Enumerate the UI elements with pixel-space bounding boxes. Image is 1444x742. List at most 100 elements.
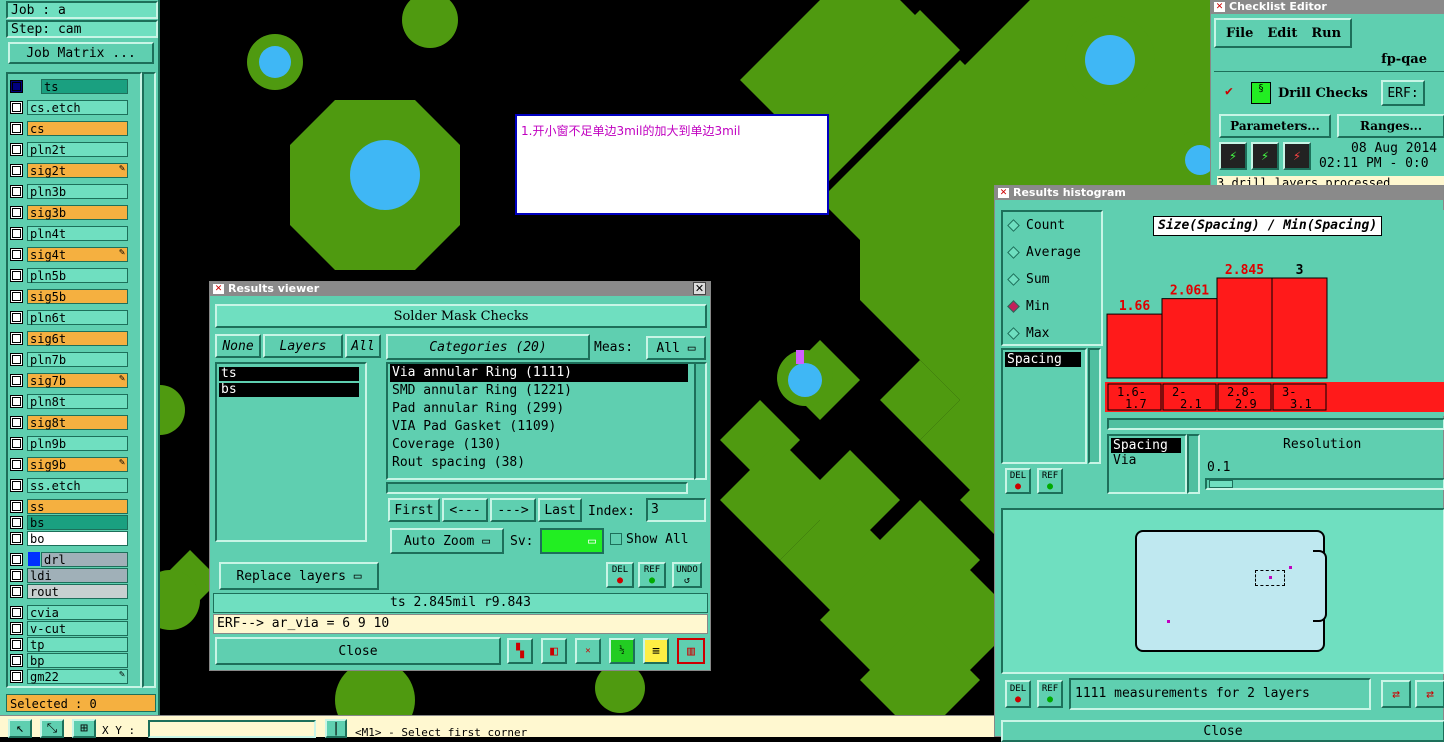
layer-checkbox[interactable]	[10, 584, 23, 598]
layer-name[interactable]: pln7b	[27, 351, 128, 367]
layer-row-27[interactable]: v-cut	[10, 620, 128, 636]
auto-zoom-dropdown[interactable]: Auto Zoom ▭	[390, 528, 504, 554]
layer-row-15[interactable]: pln8t	[10, 393, 128, 409]
pan-tool-icon[interactable]: ⤡	[40, 719, 64, 738]
radio-diamond-icon[interactable]	[1007, 219, 1020, 232]
layer-checkbox[interactable]	[10, 100, 23, 114]
type-list-item[interactable]: Spacing	[1111, 438, 1181, 453]
layer-results-list[interactable]: ts bs	[215, 362, 367, 542]
layer-checkbox[interactable]	[10, 499, 23, 513]
histogram-icon[interactable]: ▥	[677, 638, 705, 664]
layer-checkbox[interactable]	[10, 637, 23, 651]
option-count[interactable]: Count	[1003, 212, 1101, 239]
tool-icon-2[interactable]: ◧	[541, 638, 567, 664]
snap-icon[interactable]: |	[325, 719, 347, 738]
layer-row-5[interactable]: pln3b	[10, 183, 128, 199]
layer-row-19[interactable]: ss.etch	[10, 477, 128, 493]
layer-row-6[interactable]: sig3b	[10, 204, 128, 220]
prev-button[interactable]: <---	[442, 498, 488, 522]
layer-scrollbar[interactable]	[142, 72, 156, 688]
histogram-bar[interactable]	[1216, 277, 1273, 379]
layer-name[interactable]: tp	[27, 636, 128, 652]
job-matrix-button[interactable]: Job Matrix ...	[8, 42, 154, 64]
preview-ref-button[interactable]: REF ●	[1037, 680, 1063, 708]
layer-row-3[interactable]: pln2t	[10, 141, 128, 157]
layer-checkbox[interactable]	[10, 142, 23, 156]
category-hscroll[interactable]	[386, 482, 688, 494]
export-icon-2[interactable]: ⇄	[1415, 680, 1444, 708]
all-button[interactable]: All	[345, 334, 381, 358]
window-menu-icon[interactable]: ✕	[1214, 2, 1225, 12]
tool-icon-1[interactable]: ▚	[507, 638, 533, 664]
layer-name[interactable]: bp	[27, 652, 128, 668]
layer-checkbox[interactable]	[10, 621, 23, 635]
layer-row-14[interactable]: sig7b ✎	[10, 372, 128, 388]
layer-name[interactable]: cs	[27, 120, 128, 136]
layer-name[interactable]: pln6t	[27, 309, 128, 325]
layer-checkbox[interactable]	[10, 184, 23, 198]
radio-diamond-icon[interactable]	[1007, 300, 1020, 313]
layer-name[interactable]: gm22	[27, 668, 128, 684]
category-list[interactable]: Via annular Ring (1111) SMD annular Ring …	[386, 362, 696, 480]
layer-row-23[interactable]: drl	[10, 551, 128, 567]
categories-button[interactable]: Categories (20)	[386, 334, 590, 360]
erf-button[interactable]: ERF:	[1381, 80, 1425, 106]
run-icon-3[interactable]: ⚡	[1283, 142, 1311, 170]
layer-result-item[interactable]: bs	[219, 383, 359, 397]
layer-checkbox[interactable]	[10, 478, 23, 492]
run-icon-1[interactable]: ⚡	[1219, 142, 1247, 170]
layer-checkbox[interactable]	[10, 310, 23, 324]
layer-checkbox[interactable]	[10, 226, 23, 240]
layer-name[interactable]: pln5b	[27, 267, 128, 283]
layer-checkbox[interactable]	[10, 163, 23, 177]
layer-checkbox[interactable]	[10, 247, 23, 261]
layer-row-7[interactable]: pln4t	[10, 225, 128, 241]
histogram-bar[interactable]	[1106, 313, 1163, 379]
layer-name[interactable]: sig5b	[27, 288, 128, 304]
layer-row-13[interactable]: pln7b	[10, 351, 128, 367]
layer-checkbox[interactable]	[10, 436, 23, 450]
close-button[interactable]: Close	[215, 637, 501, 665]
meas-dropdown[interactable]: All ▭	[646, 336, 706, 360]
histogram-del-button[interactable]: DEL ●	[1005, 468, 1031, 494]
category-item[interactable]: Via annular Ring (1111)	[390, 364, 688, 382]
tool-icon-3[interactable]: ✕	[575, 638, 601, 664]
layer-checkbox[interactable]	[10, 331, 23, 345]
layer-name[interactable]: sig6t	[27, 330, 128, 346]
edit-menu[interactable]: Edit	[1267, 26, 1297, 41]
none-button[interactable]: None	[215, 334, 261, 358]
slider-thumb[interactable]	[1209, 480, 1233, 488]
category-item[interactable]: VIA Pad Gasket (1109)	[390, 418, 688, 436]
type-list-item[interactable]: Via	[1111, 453, 1181, 468]
layer-checkbox[interactable]	[10, 205, 23, 219]
file-menu[interactable]: File	[1226, 26, 1253, 41]
resolution-slider[interactable]	[1205, 478, 1444, 490]
histogram-bar[interactable]	[1161, 298, 1218, 379]
layer-name[interactable]: sig8t	[27, 414, 128, 430]
next-button[interactable]: --->	[490, 498, 536, 522]
layer-row-16[interactable]: sig8t	[10, 414, 128, 430]
layer-checkbox[interactable]	[10, 531, 23, 545]
first-button[interactable]: First	[388, 498, 440, 522]
report-icon[interactable]: ≡	[643, 638, 669, 664]
layer-checkbox[interactable]	[10, 653, 23, 667]
results-histogram-titlebar[interactable]: ✕ Results histogram	[995, 186, 1443, 200]
chart-hscroll[interactable]	[1107, 418, 1444, 430]
layer-name[interactable]: pln8t	[27, 393, 128, 409]
layer-name[interactable]: ts	[41, 78, 128, 94]
layers-button[interactable]: Layers	[263, 334, 343, 358]
layer-row-30[interactable]: gm22 ✎	[10, 668, 128, 684]
layer-name[interactable]: pln2t	[27, 141, 128, 157]
layer-row-8[interactable]: sig4t ✎	[10, 246, 128, 262]
type-list-scrollbar[interactable]	[1187, 434, 1200, 494]
index-field[interactable]: 3	[646, 498, 706, 522]
layer-row-24[interactable]: ldi	[10, 567, 128, 583]
radio-diamond-icon[interactable]	[1007, 246, 1020, 259]
option-max[interactable]: Max	[1003, 320, 1101, 347]
undo-button[interactable]: UNDO ↺	[672, 562, 702, 588]
layer-checkbox[interactable]	[10, 121, 23, 135]
layer-row-0[interactable]: ts	[10, 78, 128, 94]
layer-row-2[interactable]: cs	[10, 120, 128, 136]
layer-name[interactable]: ss	[27, 498, 128, 514]
layer-checkbox[interactable]	[10, 457, 23, 471]
